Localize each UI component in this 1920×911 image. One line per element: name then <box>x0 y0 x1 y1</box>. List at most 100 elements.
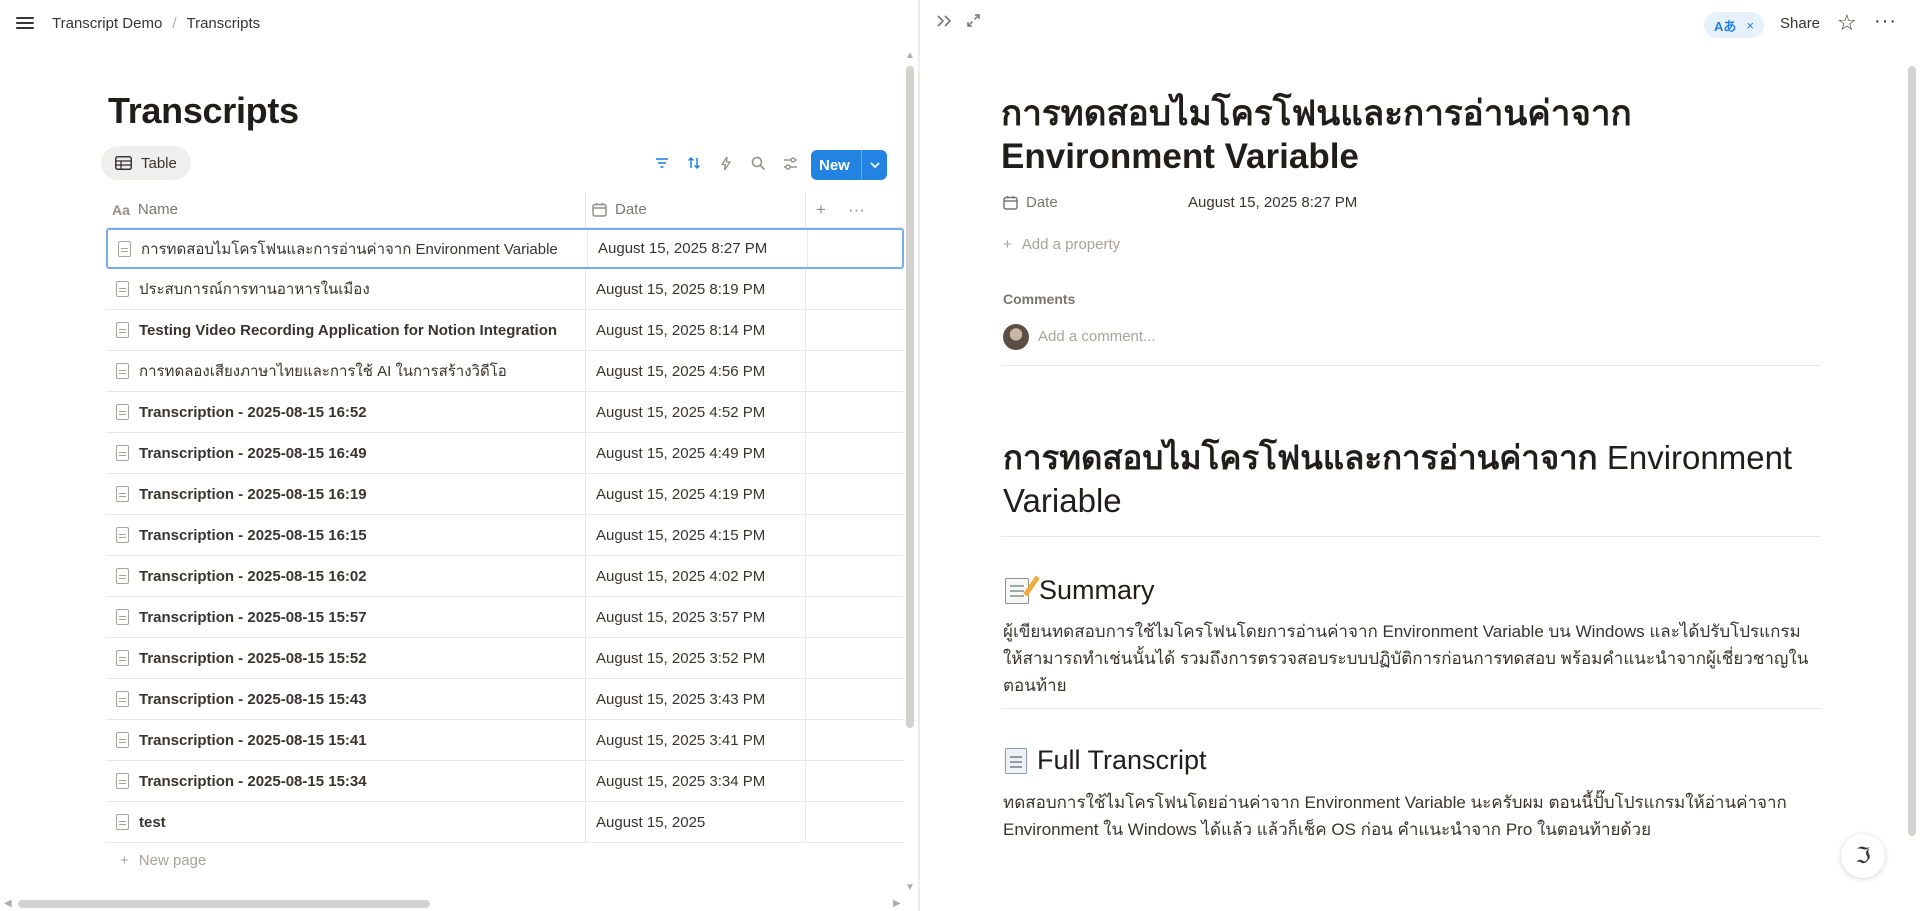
cell-name[interactable]: Transcription - 2025-08-15 15:43 <box>106 679 586 719</box>
cell-date[interactable]: August 15, 2025 8:14 PM <box>586 310 806 350</box>
cell-date[interactable]: August 15, 2025 8:19 PM <box>586 269 806 309</box>
new-button[interactable]: New <box>811 150 887 180</box>
more-horizontal-icon[interactable]: ··· <box>1874 10 1897 33</box>
cell-name[interactable]: Transcription - 2025-08-15 15:52 <box>106 638 586 678</box>
property-date[interactable]: Date <box>1003 194 1058 211</box>
cell-empty <box>806 310 904 350</box>
column-name-label: Name <box>137 201 178 218</box>
lightning-icon[interactable] <box>716 150 736 176</box>
cell-name[interactable]: Transcription - 2025-08-15 16:49 <box>106 433 586 473</box>
more-horizontal-icon[interactable]: ··· <box>848 200 865 220</box>
cell-date[interactable]: August 15, 2025 3:43 PM <box>586 679 806 719</box>
table-row[interactable]: Transcription - 2025-08-15 16:15 August 1… <box>106 515 904 556</box>
row-name-text: ประสบการณ์การทานอาหารในเมือง <box>139 281 370 298</box>
cell-date[interactable]: August 15, 2025 <box>586 802 806 842</box>
table-row[interactable]: Transcription - 2025-08-15 15:52 August 1… <box>106 638 904 679</box>
expand-icon[interactable] <box>966 12 981 33</box>
table-row[interactable]: test August 15, 2025 <box>106 802 904 843</box>
table-row[interactable]: Transcription - 2025-08-15 16:49 August 1… <box>106 433 904 474</box>
sort-icon[interactable] <box>684 150 704 176</box>
cell-name[interactable]: test <box>106 802 586 842</box>
summary-paragraph[interactable]: ผู้เขียนทดสอบการใช้ไมโครโฟนโดยการอ่านค่า… <box>1003 618 1813 699</box>
page-icon <box>116 609 129 625</box>
translate-chip[interactable]: Aあ × <box>1704 12 1764 38</box>
breadcrumb-page[interactable]: Transcripts <box>186 15 260 32</box>
vertical-scrollbar[interactable] <box>1908 66 1916 836</box>
cell-name[interactable]: Transcription - 2025-08-15 16:19 <box>106 474 586 514</box>
document-title[interactable]: การทดสอบไมโครโฟนและการอ่านค่าจาก Environ… <box>1001 92 1721 178</box>
transcript-heading[interactable]: Full Transcript <box>1005 745 1207 776</box>
cell-date[interactable]: August 15, 2025 4:52 PM <box>586 392 806 432</box>
table-row[interactable]: Testing Video Recording Application for … <box>106 310 904 351</box>
tab-table-view[interactable]: Table <box>101 146 191 180</box>
column-date-label: Date <box>615 201 647 218</box>
cell-date[interactable]: August 15, 2025 4:15 PM <box>586 515 806 555</box>
property-date-value[interactable]: August 15, 2025 8:27 PM <box>1188 194 1357 211</box>
cell-date[interactable]: August 15, 2025 3:41 PM <box>586 720 806 760</box>
comment-input[interactable]: Add a comment... <box>1038 328 1156 345</box>
search-icon[interactable] <box>748 150 768 176</box>
cell-name[interactable]: ประสบการณ์การทานอาหารในเมือง <box>106 269 586 309</box>
new-page-button[interactable]: + New page <box>120 852 206 869</box>
column-header-date[interactable]: Date <box>586 192 806 227</box>
close-peek-icon[interactable] <box>936 12 954 33</box>
table-row[interactable]: Transcription - 2025-08-15 15:43 August 1… <box>106 679 904 720</box>
close-icon[interactable]: × <box>1746 18 1754 33</box>
database-pane: Transcript Demo / Transcripts Transcript… <box>0 0 918 911</box>
vertical-scrollbar[interactable] <box>906 66 914 728</box>
cell-name[interactable]: Testing Video Recording Application for … <box>106 310 586 350</box>
table-row[interactable]: Transcription - 2025-08-15 15:41 August 1… <box>106 720 904 761</box>
new-button-label: New <box>819 156 850 174</box>
scroll-up-arrow-icon[interactable]: ▲ <box>905 50 915 61</box>
scroll-down-arrow-icon[interactable]: ▼ <box>905 882 915 893</box>
table-row[interactable]: Transcription - 2025-08-15 16:52 August 1… <box>106 392 904 433</box>
breadcrumb: Transcript Demo / Transcripts <box>52 15 260 32</box>
scroll-right-arrow-icon[interactable]: ▶ <box>893 898 901 909</box>
table-row[interactable]: Transcription - 2025-08-15 15:57 August 1… <box>106 597 904 638</box>
database-toolbar <box>652 150 800 176</box>
table-row[interactable]: Transcription - 2025-08-15 16:19 August 1… <box>106 474 904 515</box>
summary-heading[interactable]: Summary <box>1005 575 1155 606</box>
cell-date[interactable]: August 15, 2025 4:19 PM <box>586 474 806 514</box>
scroll-left-arrow-icon[interactable]: ◀ <box>4 898 12 909</box>
cell-name[interactable]: การทดสอบไมโครโฟนและการอ่านค่าจาก Environ… <box>108 230 588 267</box>
chevron-down-icon[interactable] <box>861 150 887 180</box>
cell-name[interactable]: Transcription - 2025-08-15 15:41 <box>106 720 586 760</box>
cell-name[interactable]: Transcription - 2025-08-15 16:02 <box>106 556 586 596</box>
cell-date[interactable]: August 15, 2025 3:57 PM <box>586 597 806 637</box>
table-row[interactable]: การทดสอบไมโครโฟนและการอ่านค่าจาก Environ… <box>106 228 904 269</box>
sliders-icon[interactable] <box>780 150 800 176</box>
add-property-button[interactable]: + Add a property <box>1003 236 1120 253</box>
heading-1[interactable]: การทดสอบไมโครโฟนและการอ่านค่าจาก Environ… <box>1003 436 1813 522</box>
help-icon[interactable]: ℑ <box>1841 834 1885 878</box>
cell-date[interactable]: August 15, 2025 4:02 PM <box>586 556 806 596</box>
table-row[interactable]: Transcription - 2025-08-15 16:02 August 1… <box>106 556 904 597</box>
cell-date[interactable]: August 15, 2025 3:34 PM <box>586 761 806 801</box>
cell-name[interactable]: Transcription - 2025-08-15 15:57 <box>106 597 586 637</box>
table-row[interactable]: Transcription - 2025-08-15 15:34 August 1… <box>106 761 904 802</box>
cell-empty <box>806 269 904 309</box>
transcript-paragraph[interactable]: ทดสอบการใช้ไมโครโฟนโดยอ่านค่าจาก Environ… <box>1003 789 1813 843</box>
table-row[interactable]: ประสบการณ์การทานอาหารในเมือง August 15, 2… <box>106 269 904 310</box>
row-name-text: Transcription - 2025-08-15 16:19 <box>139 485 367 503</box>
cell-date[interactable]: August 15, 2025 8:27 PM <box>588 230 808 267</box>
cell-name[interactable]: Transcription - 2025-08-15 16:52 <box>106 392 586 432</box>
cell-date[interactable]: August 15, 2025 3:52 PM <box>586 638 806 678</box>
page-icon <box>116 486 129 502</box>
cell-name[interactable]: Transcription - 2025-08-15 16:15 <box>106 515 586 555</box>
star-icon[interactable]: ☆ <box>1837 10 1857 36</box>
horizontal-scrollbar[interactable] <box>18 900 430 908</box>
cell-date[interactable]: August 15, 2025 4:49 PM <box>586 433 806 473</box>
breadcrumb-workspace[interactable]: Transcript Demo <box>52 15 162 32</box>
cell-name[interactable]: การทดลองเสียงภาษาไทยและการใช้ AI ในการสร… <box>106 351 586 391</box>
share-button[interactable]: Share <box>1780 15 1820 32</box>
column-header-name[interactable]: Aa Name <box>106 192 586 227</box>
cell-name[interactable]: Transcription - 2025-08-15 15:34 <box>106 761 586 801</box>
heading-thai-text: การทดสอบไมโครโฟนและการอ่านค่าจาก <box>1003 439 1598 476</box>
cell-date[interactable]: August 15, 2025 4:56 PM <box>586 351 806 391</box>
filter-icon[interactable] <box>652 150 672 176</box>
cell-empty <box>806 474 904 514</box>
table-row[interactable]: การทดลองเสียงภาษาไทยและการใช้ AI ในการสร… <box>106 351 904 392</box>
plus-icon[interactable]: + <box>816 200 826 220</box>
hamburger-icon[interactable] <box>14 14 36 34</box>
